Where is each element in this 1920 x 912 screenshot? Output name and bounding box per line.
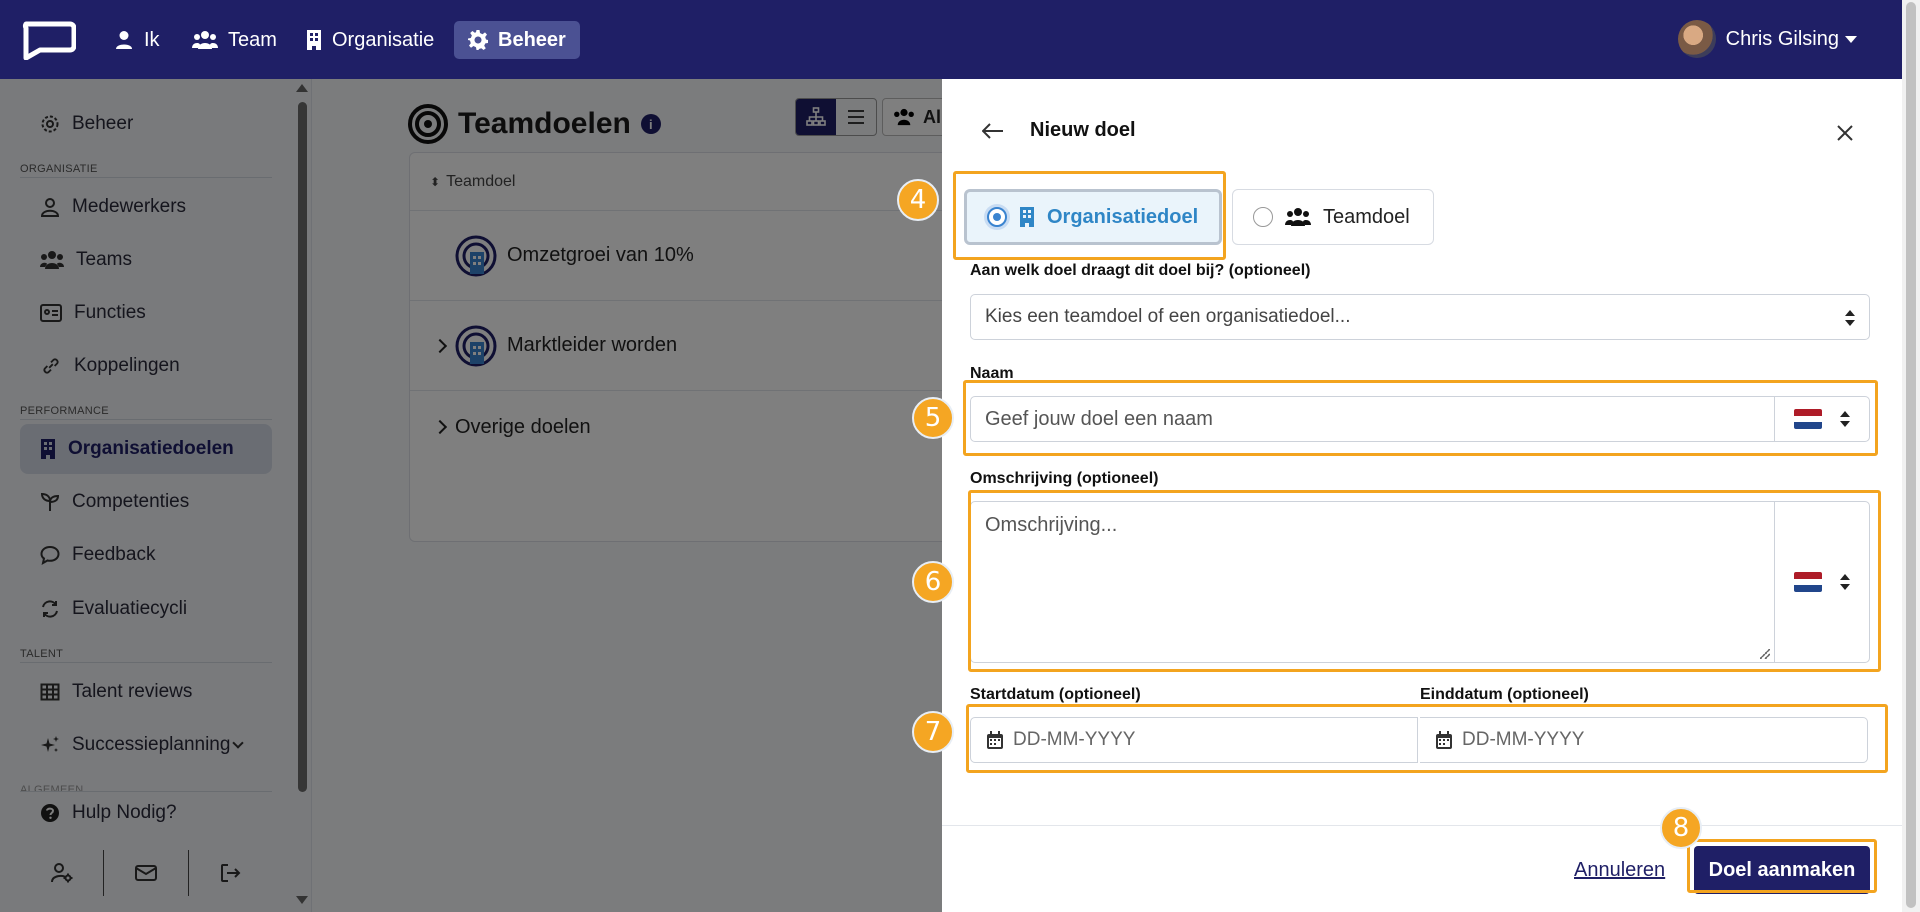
cancel-link[interactable]: Annuleren <box>1574 859 1665 882</box>
nav-item-ik[interactable]: Ik <box>100 21 174 59</box>
avatar <box>1677 20 1716 58</box>
tutorial-highlight-4 <box>953 171 1226 260</box>
parent-goal-label: Aan welk doel draagt dit doel bij? (opti… <box>970 262 1311 279</box>
panel-footer-divider <box>942 825 1902 826</box>
close-icon[interactable] <box>1836 124 1854 142</box>
user-name: Chris Gilsing <box>1725 27 1839 50</box>
tutorial-badge: 6 <box>912 561 954 603</box>
users-icon <box>1285 208 1311 226</box>
nav-item-label: Team <box>228 28 277 51</box>
panel-title: Nieuw doel <box>1030 119 1136 141</box>
tutorial-badge: 7 <box>912 711 954 753</box>
top-navbar: Ik Team Organisatie Beheer Chris Gilsing <box>0 0 1902 79</box>
description-label: Omschrijving (optioneel) <box>970 470 1159 487</box>
modal-backdrop[interactable] <box>0 79 942 912</box>
parent-goal-placeholder: Kies een teamdoel of een organisatiedoel… <box>985 306 1351 327</box>
building-icon <box>307 30 321 50</box>
gear-icon <box>468 30 488 50</box>
panel-header: Nieuw doel <box>982 119 1136 142</box>
chevron-down-icon <box>1845 35 1857 43</box>
nav-item-label: Beheer <box>498 28 566 51</box>
user-icon <box>116 31 132 49</box>
users-icon <box>192 31 218 49</box>
user-menu[interactable]: Chris Gilsing <box>1677 18 1857 60</box>
select-arrows-icon <box>1845 310 1855 326</box>
radio-teamdoel[interactable] <box>1253 207 1273 227</box>
parent-goal-select[interactable]: Kies een teamdoel of een organisatiedoel… <box>970 294 1870 340</box>
back-arrow-icon[interactable] <box>982 122 1004 139</box>
start-date-label: Startdatum (optioneel) <box>970 686 1141 703</box>
nav-item-label: Ik <box>144 28 160 51</box>
end-date-label: Einddatum (optioneel) <box>1420 686 1589 703</box>
tutorial-badge: 5 <box>912 397 954 439</box>
goal-type-teamdoel[interactable]: Teamdoel <box>1232 189 1434 245</box>
nav-item-organisatie[interactable]: Organisatie <box>292 21 448 59</box>
tutorial-badge: 4 <box>897 179 939 221</box>
tutorial-highlight-7 <box>966 704 1888 773</box>
nav-item-label: Organisatie <box>332 28 435 51</box>
nav-item-beheer[interactable]: Beheer <box>454 21 580 59</box>
page-scrollbar[interactable] <box>1902 0 1920 912</box>
option-label: Teamdoel <box>1323 205 1410 228</box>
nav-item-team[interactable]: Team <box>178 21 291 59</box>
tutorial-highlight-8 <box>1687 839 1877 893</box>
tutorial-highlight-5 <box>963 380 1878 456</box>
tutorial-badge: 8 <box>1660 807 1702 849</box>
tutorial-highlight-6 <box>968 490 1881 672</box>
app-logo-icon[interactable] <box>18 20 76 60</box>
